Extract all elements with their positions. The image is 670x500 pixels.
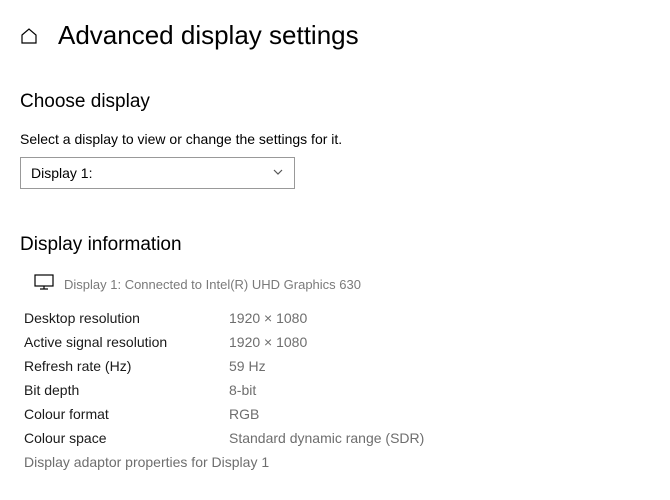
prop-row-active-signal-resolution: Active signal resolution 1920 × 1080 [24, 334, 650, 350]
display-adaptor-properties-link[interactable]: Display adaptor properties for Display 1 [24, 454, 650, 470]
prop-row-colour-format: Colour format RGB [24, 406, 650, 422]
prop-label: Desktop resolution [24, 310, 229, 326]
choose-display-heading: Choose display [20, 91, 650, 113]
display-info-heading: Display information [20, 234, 650, 256]
prop-label: Bit depth [24, 382, 229, 398]
prop-row-bit-depth: Bit depth 8-bit [24, 382, 650, 398]
prop-label: Active signal resolution [24, 334, 229, 350]
header: Advanced display settings [20, 20, 650, 51]
prop-value: 59 Hz [229, 358, 266, 374]
monitor-icon [34, 274, 54, 290]
prop-value: Standard dynamic range (SDR) [229, 430, 424, 446]
choose-display-instruction: Select a display to view or change the s… [20, 131, 650, 147]
prop-value: 8-bit [229, 382, 256, 398]
page-title: Advanced display settings [58, 20, 359, 51]
prop-row-refresh-rate: Refresh rate (Hz) 59 Hz [24, 358, 650, 374]
home-icon[interactable] [20, 27, 38, 45]
prop-label: Colour space [24, 430, 229, 446]
prop-value: 1920 × 1080 [229, 334, 307, 350]
display-properties-table: Desktop resolution 1920 × 1080 Active si… [20, 310, 650, 470]
connected-row: Display 1: Connected to Intel(R) UHD Gra… [20, 274, 650, 292]
prop-value: RGB [229, 406, 259, 422]
prop-value: 1920 × 1080 [229, 310, 307, 326]
prop-row-desktop-resolution: Desktop resolution 1920 × 1080 [24, 310, 650, 326]
prop-label: Refresh rate (Hz) [24, 358, 229, 374]
chevron-down-icon [272, 165, 284, 181]
display-selector-dropdown[interactable]: Display 1: [20, 157, 295, 189]
connected-text: Display 1: Connected to Intel(R) UHD Gra… [64, 277, 361, 292]
display-selector-value: Display 1: [31, 165, 92, 181]
prop-row-colour-space: Colour space Standard dynamic range (SDR… [24, 430, 650, 446]
prop-label: Colour format [24, 406, 229, 422]
